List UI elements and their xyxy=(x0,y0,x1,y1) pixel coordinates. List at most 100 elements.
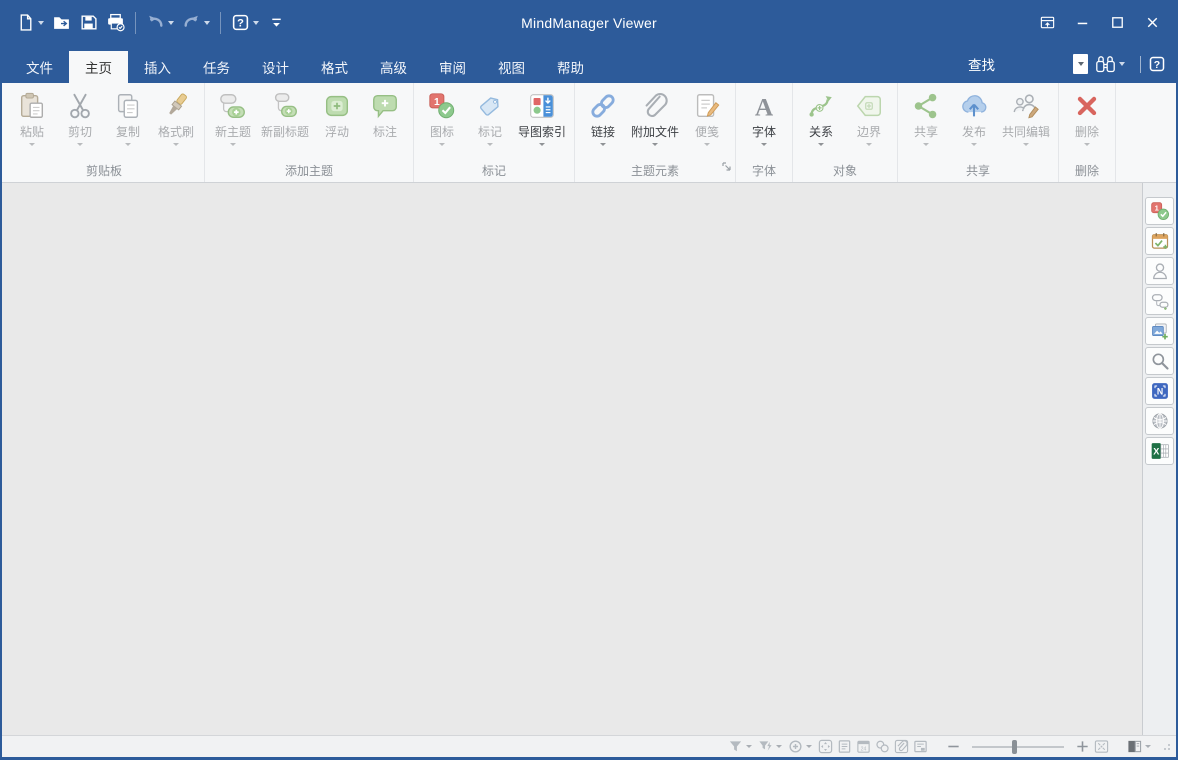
filter-button[interactable] xyxy=(727,738,744,756)
help-icon: ? xyxy=(1148,55,1166,73)
tab-design[interactable]: 设计 xyxy=(246,51,305,83)
maximize-button[interactable] xyxy=(1100,7,1135,38)
svg-text:X: X xyxy=(1153,446,1160,456)
ribbon-group-label: 标记 xyxy=(418,159,570,182)
panel-toggle-button[interactable] xyxy=(1126,738,1143,756)
search-binoculars-button[interactable] xyxy=(1095,54,1125,75)
zoom-slider[interactable] xyxy=(972,746,1064,748)
ribbon-button-label: 字体 xyxy=(752,125,776,139)
save-button[interactable] xyxy=(75,8,102,38)
tab-advanced[interactable]: 高级 xyxy=(364,51,423,83)
chevron-down-icon xyxy=(746,745,752,748)
open-button[interactable] xyxy=(48,8,75,38)
paste-icon xyxy=(17,88,47,123)
ribbon-button-label: 共享 xyxy=(914,125,938,139)
resources-button[interactable] xyxy=(874,738,891,756)
minimize-icon xyxy=(1074,14,1091,31)
ribbon-group-label: 共享 xyxy=(902,159,1054,182)
dialog-launcher-button[interactable] xyxy=(721,159,732,177)
icon-marker-button: 1图标 xyxy=(418,88,466,159)
task-dates-button[interactable]: 24 xyxy=(855,738,872,756)
customize-qat-button[interactable] xyxy=(263,8,290,38)
chevron-down-icon xyxy=(652,143,658,146)
paste-button: 粘贴 xyxy=(8,88,56,159)
ribbon-group-label: 主题元素 xyxy=(579,159,731,182)
ribbon-group: 1图标标记导图索引标记 xyxy=(414,83,575,182)
ribbon-group-buttons: 粘贴剪切复制格式刷 xyxy=(8,83,200,159)
person-icon xyxy=(1150,261,1170,281)
image-library-icon xyxy=(1150,321,1170,341)
redo-icon xyxy=(182,13,201,32)
ribbon-group-buttons: 新主题新副标题浮动标注 xyxy=(209,83,409,159)
svg-text:N: N xyxy=(1156,386,1162,396)
chevron-down-icon xyxy=(1119,62,1125,66)
ribbon-display-options-button[interactable] xyxy=(1030,7,1065,38)
sidebar-tab-map-parts[interactable] xyxy=(1145,287,1174,315)
ribbon-group-buttons: 共享发布共同编辑 xyxy=(902,83,1054,159)
chevron-down-icon xyxy=(487,143,493,146)
ribbon-button-label: 发布 xyxy=(962,125,986,139)
walkthrough-icon xyxy=(788,739,803,754)
link-button[interactable]: 链接 xyxy=(579,88,627,159)
ribbon-tabs: 文件主页插入任务设计格式高级审阅视图帮助 xyxy=(10,45,600,83)
sidebar-tab-web[interactable] xyxy=(1145,407,1174,435)
map-index-button[interactable]: 导图索引 xyxy=(514,88,570,159)
show-notes-button[interactable] xyxy=(836,738,853,756)
share-button: 共享 xyxy=(902,88,950,159)
ribbon-button-label: 剪切 xyxy=(68,125,92,139)
publish-button: 发布 xyxy=(950,88,998,159)
sidebar-tab-search[interactable] xyxy=(1145,347,1174,375)
marker-badge-icon: 1 xyxy=(1150,201,1170,221)
tab-view[interactable]: 视图 xyxy=(482,51,541,83)
walkthrough-button[interactable] xyxy=(787,738,804,756)
tab-task[interactable]: 任务 xyxy=(187,51,246,83)
excel-icon: X xyxy=(1150,441,1170,461)
relationship-icon xyxy=(806,88,836,123)
attachment-button[interactable]: 附加文件 xyxy=(627,88,683,159)
fit-map-button[interactable] xyxy=(817,738,834,756)
sidebar-tab-markers[interactable]: 1 xyxy=(1145,197,1174,225)
new-button[interactable] xyxy=(12,8,48,38)
find-dropdown[interactable] xyxy=(1073,54,1088,74)
ribbon-group-label: 删除 xyxy=(1063,159,1111,182)
tab-help[interactable]: 帮助 xyxy=(541,51,600,83)
ribbon-group: 共享发布共同编辑共享 xyxy=(898,83,1059,182)
minimize-button[interactable] xyxy=(1065,7,1100,38)
help-menu-button[interactable]: ? xyxy=(227,8,263,38)
font-button[interactable]: A字体 xyxy=(740,88,788,159)
sidebar-tab-notes-n[interactable]: N xyxy=(1145,377,1174,405)
tab-review[interactable]: 审阅 xyxy=(423,51,482,83)
presentation-button[interactable] xyxy=(912,738,929,756)
close-button[interactable] xyxy=(1135,7,1170,38)
zoom-out-button[interactable] xyxy=(945,738,962,756)
sidebar-tab-excel[interactable]: X xyxy=(1145,437,1174,465)
help-button[interactable]: ? xyxy=(1148,55,1166,73)
undo-button[interactable] xyxy=(142,8,178,38)
print-button[interactable] xyxy=(102,8,129,38)
sidebar-tab-task-info[interactable] xyxy=(1145,227,1174,255)
globe-icon xyxy=(1150,411,1170,431)
copy-icon xyxy=(113,88,143,123)
redo-button[interactable] xyxy=(178,8,214,38)
ribbon-button-label: 新主题 xyxy=(215,125,251,139)
ribbon-group: 新主题新副标题浮动标注添加主题 xyxy=(205,83,414,182)
ribbon-group-label: 剪贴板 xyxy=(8,159,200,182)
power-filter-button[interactable] xyxy=(757,738,774,756)
fit-window-button[interactable] xyxy=(1093,738,1110,756)
svg-text:?: ? xyxy=(237,18,244,30)
zoom-slider-handle[interactable] xyxy=(1012,740,1017,754)
tab-insert[interactable]: 插入 xyxy=(128,51,187,83)
sidebar-tab-contacts[interactable] xyxy=(1145,257,1174,285)
tab-file[interactable]: 文件 xyxy=(10,51,69,83)
sidebar-tab-images[interactable] xyxy=(1145,317,1174,345)
chevron-down-icon xyxy=(173,143,179,146)
map-canvas[interactable] xyxy=(2,183,1142,735)
ribbon-button-label: 粘贴 xyxy=(20,125,44,139)
tab-format[interactable]: 格式 xyxy=(305,51,364,83)
hyperlinks-button[interactable] xyxy=(893,738,910,756)
find-button[interactable]: 查找 xyxy=(968,54,995,74)
resize-grip[interactable] xyxy=(1155,741,1173,753)
tab-home[interactable]: 主页 xyxy=(69,51,128,83)
relationship-button[interactable]: 关系 xyxy=(797,88,845,159)
zoom-in-button[interactable] xyxy=(1074,738,1091,756)
